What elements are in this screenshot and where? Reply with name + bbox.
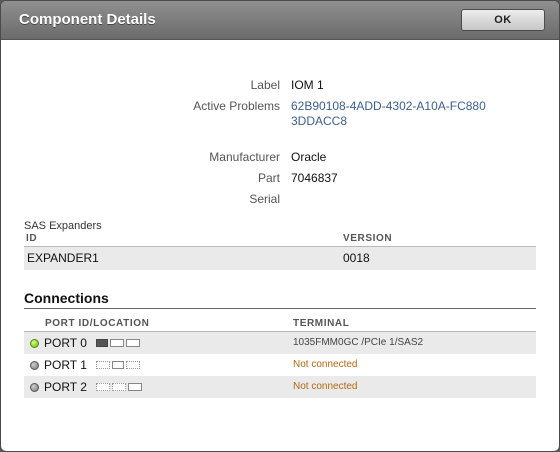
terminal-value: Not connected — [293, 381, 358, 392]
connections-heading: Connections — [24, 290, 109, 306]
terminal-value: 1035FMM0GC /PCIe 1/SAS2 — [293, 337, 424, 348]
active-problems-caption: Active Problems — [193, 99, 280, 113]
sas-expanders-caption: SAS Expanders — [24, 220, 102, 232]
part-caption: Part — [257, 171, 280, 185]
status-led-icon — [30, 361, 39, 370]
port-location-icon — [96, 383, 144, 391]
ok-button[interactable]: OK — [461, 9, 545, 31]
dialog-titlebar: Component Details OK — [1, 1, 559, 40]
expander-id: EXPANDER1 — [27, 251, 99, 265]
expander-version: 0018 — [343, 251, 370, 265]
dialog-title: Component Details — [19, 11, 156, 28]
status-led-icon — [30, 339, 39, 348]
conn-col-terminal: TERMINAL — [293, 318, 350, 329]
connection-row[interactable]: PORT 0 1035FMM0GC /PCIe 1/SAS2 — [24, 332, 536, 354]
sas-col-version: VERSION — [343, 233, 393, 244]
part-value: 7046837 — [291, 171, 338, 185]
label-value: IOM 1 — [291, 78, 324, 92]
table-row[interactable]: EXPANDER1 0018 — [24, 247, 536, 270]
serial-caption: Serial — [249, 192, 280, 206]
conn-col-port: PORT ID/LOCATION — [45, 318, 150, 329]
manufacturer-caption: Manufacturer — [209, 150, 280, 164]
connection-row[interactable]: PORT 1 Not connected — [24, 354, 536, 376]
status-led-icon — [30, 383, 39, 392]
dialog-content: Label IOM 1 Active Problems 62B90108-4AD… — [1, 40, 559, 451]
port-id: PORT 0 — [44, 336, 87, 350]
manufacturer-value: Oracle — [291, 150, 327, 164]
port-location-icon — [96, 339, 142, 347]
connections-divider — [24, 308, 536, 309]
sas-col-id: ID — [26, 233, 38, 244]
component-details-dialog: Component Details OK Label IOM 1 Active … — [0, 0, 560, 452]
terminal-value: Not connected — [293, 359, 358, 370]
port-id: PORT 2 — [44, 380, 87, 394]
port-location-icon — [96, 361, 142, 369]
connection-row[interactable]: PORT 2 Not connected — [24, 376, 536, 398]
active-problems-link[interactable]: 62B90108-4ADD-4302-A10A-FC8803DDACC8 — [291, 99, 491, 129]
label-caption: Label — [250, 78, 280, 92]
port-id: PORT 1 — [44, 358, 87, 372]
